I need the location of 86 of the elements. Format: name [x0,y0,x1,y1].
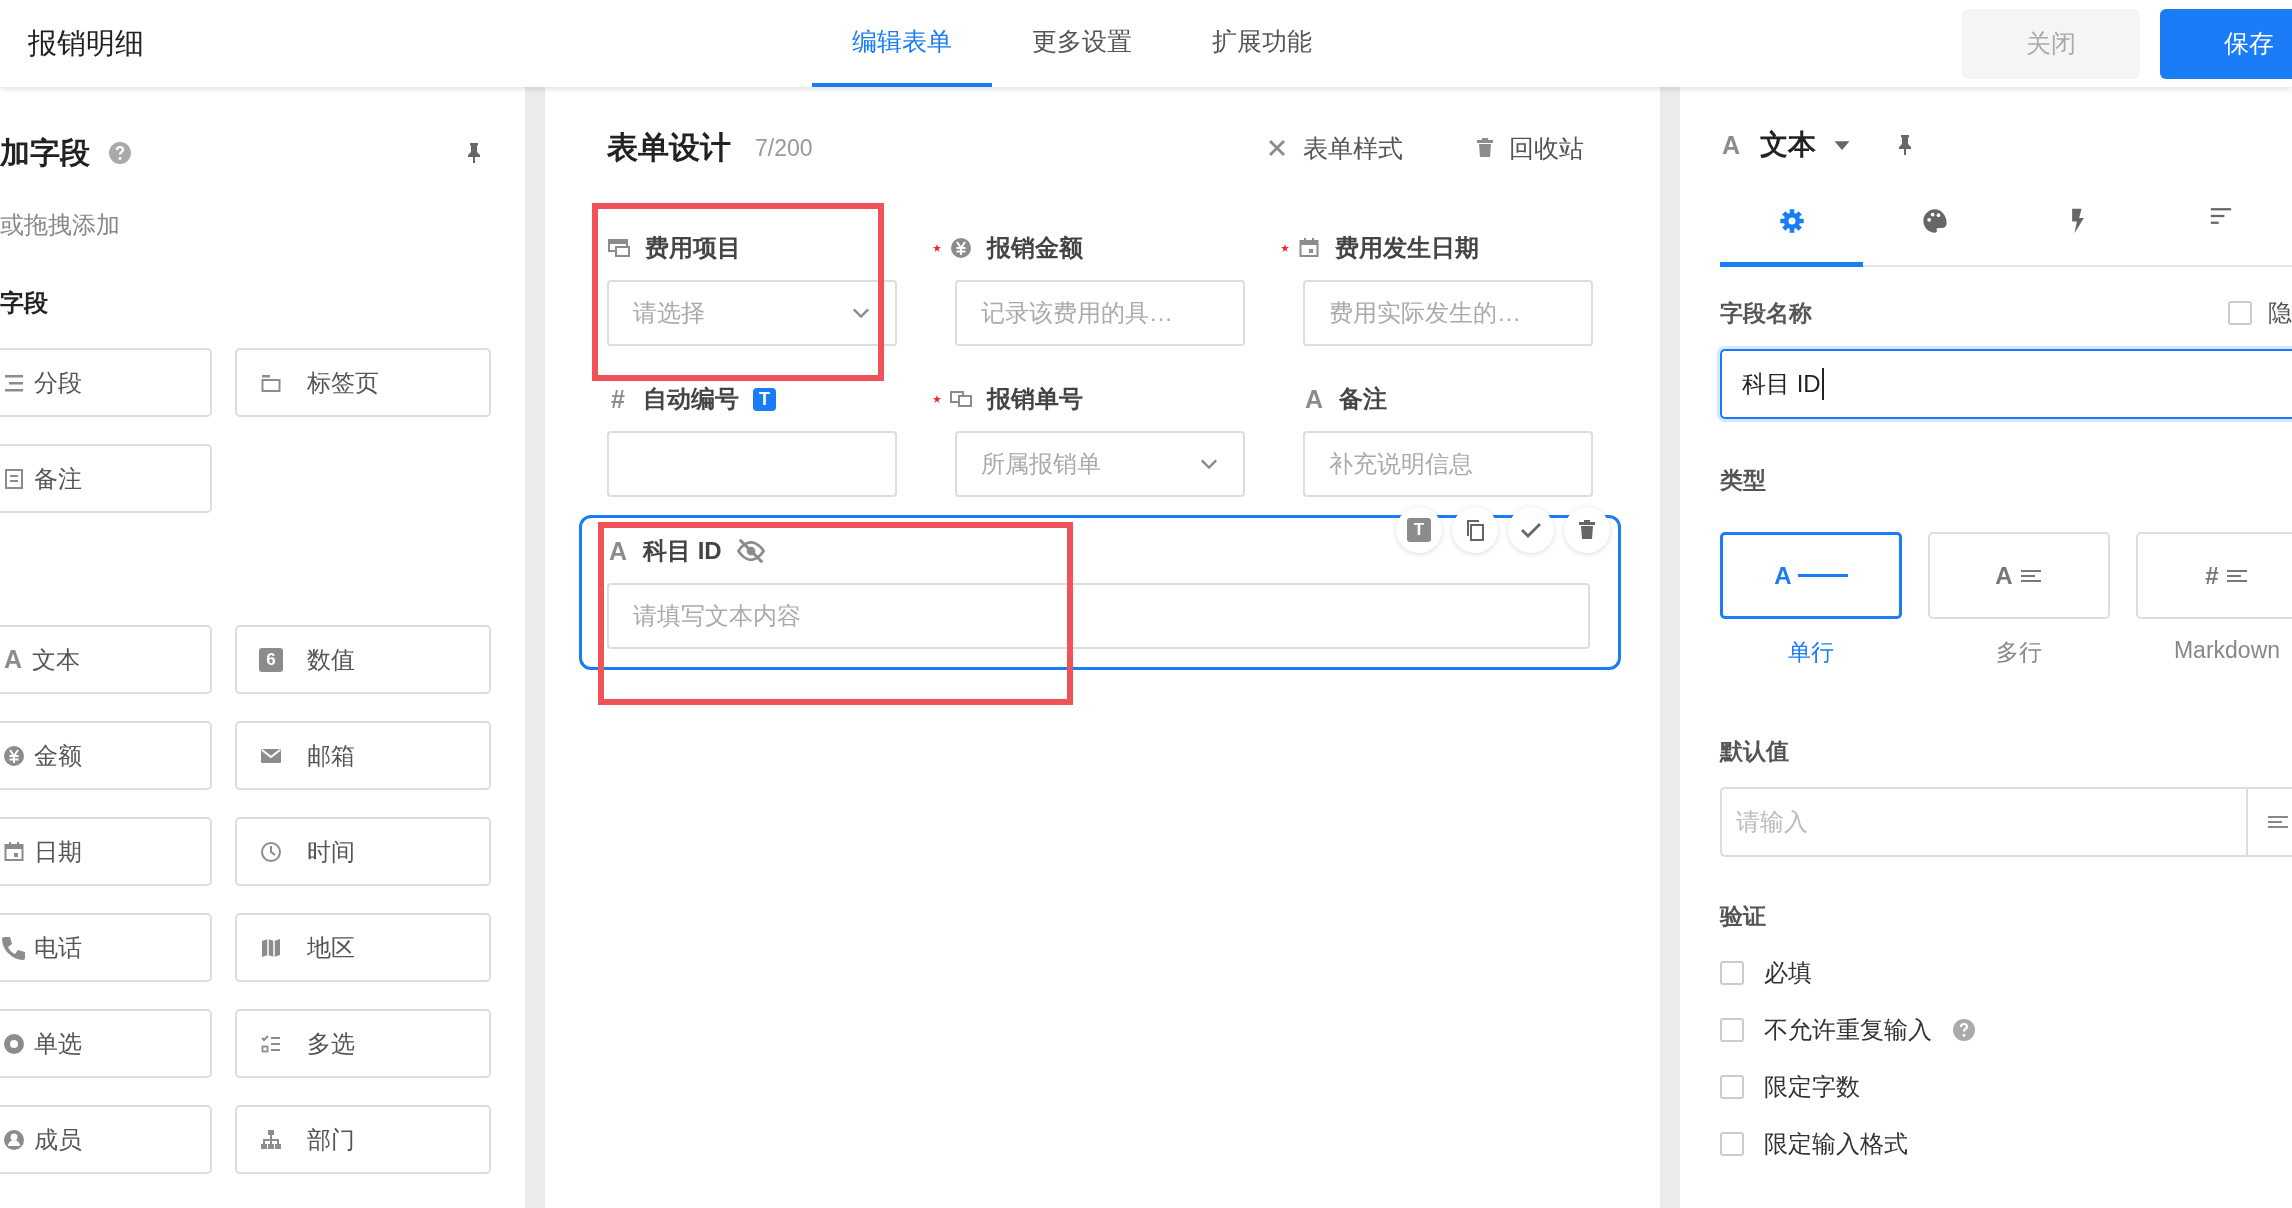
checkbox[interactable] [1720,961,1744,985]
letter-icon: A [1303,386,1325,412]
checkbox[interactable] [2228,301,2252,325]
field-type-title: 文本 [1760,128,1816,162]
text-lines-icon [2224,568,2249,583]
field-type-button[interactable]: 成员 [0,1105,212,1174]
field-type-button[interactable]: 6 数值 [235,625,491,694]
field-type-button[interactable]: 电话 [0,913,212,982]
page-title: 报销明细 [28,25,145,61]
person-icon [2,1127,26,1152]
letter-icon: A [2,646,24,673]
text-tool-icon: T [1407,518,1431,542]
checkbox[interactable] [1720,1075,1744,1099]
help-icon [108,141,132,165]
text-lines-icon [2266,815,2290,829]
form-title: 表单设计 [607,129,731,167]
yen-icon [949,236,973,260]
field-type-button[interactable]: 备注 [0,444,212,513]
panel-hint: 或拖拽添加 [0,211,121,239]
section-title: 字段 [0,288,49,318]
field-type-button[interactable]: 部门 [235,1105,491,1174]
yen-icon [2,743,26,768]
text-lines-icon [2018,568,2043,583]
tab[interactable]: 更多设置 [992,0,1172,87]
checkbox-label: 必填 [1764,958,1812,988]
hash-icon: # [607,386,629,412]
field-label: 费用发生日期 [1335,233,1479,263]
org-chart-icon [259,1127,283,1152]
badge: T [753,387,776,411]
phone-icon [2,935,26,960]
letter-icon: A [607,538,629,564]
field-count: 7/200 [755,134,813,162]
field-type-button[interactable]: A 文本 [0,625,212,694]
table-icon [607,236,631,260]
calendar-icon [1297,236,1321,260]
input-field[interactable] [607,431,897,497]
checkbox[interactable] [1720,1018,1744,1042]
panel-title: 加字段 [0,134,90,171]
dash-icon [1797,574,1848,577]
number-icon: 6 [259,647,283,672]
pin-icon [467,141,481,165]
letter-icon: A [1720,132,1742,158]
checkbox-label: 不允许重复输入 [1764,1015,1932,1045]
calendar-icon [2,839,26,864]
clock-icon [259,839,283,864]
palette-icon [1920,207,1949,235]
field-type-button[interactable]: 时间 [235,817,491,886]
field-label: 字段名称 [1720,298,1812,328]
field-label: 备注 [1339,384,1387,414]
tab[interactable]: 扩展功能 [1172,0,1352,87]
tool-button[interactable] [1508,507,1554,553]
field-type-button[interactable]: 分段 [0,348,212,417]
settings-icon [1777,207,1806,235]
field-label: 类型 [1720,466,1766,495]
field-type-button[interactable]: 多选 [235,1009,491,1078]
checkbox-label: 限定字数 [1764,1072,1860,1102]
recycle-bin-button[interactable]: 回收站 [1469,130,1590,166]
trash-icon [1475,136,1495,160]
field-label: 费用项目 [645,233,741,263]
note-icon [2,466,26,491]
field-label: 默认值 [1720,737,1789,766]
trash-icon [1577,518,1597,542]
tool-button[interactable] [1564,507,1610,553]
form-style-button[interactable]: 表单样式 [1259,130,1409,166]
caret-icon [1834,140,1850,150]
field-label: 报销金额 [987,233,1083,263]
field-label: 验证 [1720,902,1766,931]
field-type-button[interactable]: 邮箱 [235,721,491,790]
input-field[interactable]: 科目 ID [1720,349,2292,419]
checkbox-label: 限定输入格式 [1764,1129,1908,1159]
field-label: 报销单号 [987,384,1083,414]
tab[interactable] [1720,207,1863,267]
field-type-button[interactable]: 标签页 [235,348,491,417]
field-type-button[interactable]: 日期 [0,817,212,886]
radio-icon [2,1031,26,1056]
checkbox[interactable] [1720,1132,1744,1156]
save-button[interactable]: 保存 [2160,8,2292,79]
tool-button[interactable] [1452,507,1498,553]
field-label: 科目 ID [643,536,722,566]
field-type-button[interactable]: 金额 [0,721,212,790]
checkbox-label: 隐 [2268,298,2292,328]
bolt-icon [2070,207,2085,235]
field-label: 自动编号 [643,384,739,414]
field-type-button[interactable]: 地区 [235,913,491,982]
field-type-button[interactable]: 单选 [0,1009,212,1078]
pin-icon [1898,133,1912,157]
